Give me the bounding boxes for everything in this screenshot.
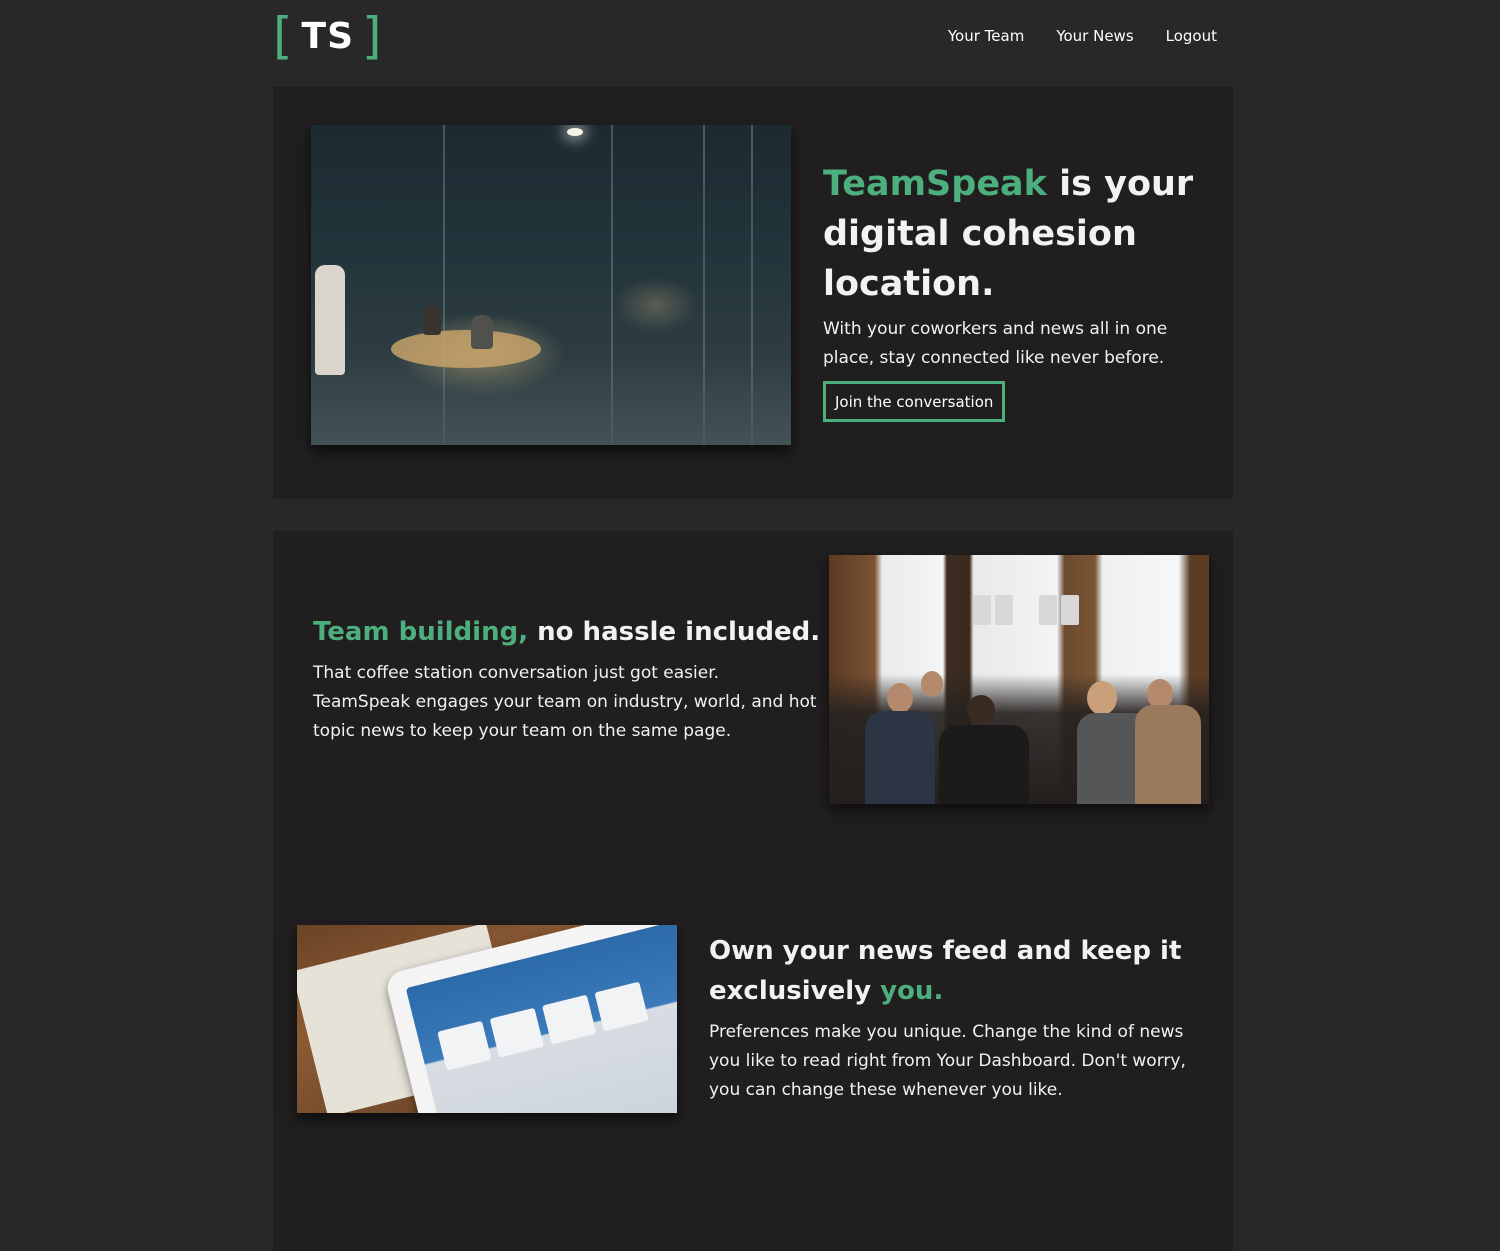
teamspeak-logo[interactable]: [ TS ] — [273, 7, 383, 65]
hero-description: With your coworkers and news all in one … — [823, 319, 1168, 368]
team-building-description: That coffee station conversation just go… — [313, 663, 817, 741]
hero-panel: TeamSpeak is your digital cohesion locat… — [273, 87, 1233, 499]
features-panel: Team building, no hassle included. That … — [273, 531, 1233, 1251]
team-meeting-photo — [829, 555, 1209, 804]
tablet-news-photo — [297, 925, 677, 1113]
news-feed-heading-highlight: you. — [880, 976, 944, 1006]
team-building-heading-rest: no hassle included. — [528, 617, 821, 647]
join-conversation-button[interactable]: Join the conversation — [823, 381, 1006, 422]
logo-bracket-right: ] — [362, 7, 383, 65]
logo-bracket-left: [ — [273, 7, 294, 65]
hero-heading-highlight: TeamSpeak — [823, 164, 1047, 204]
news-feed-heading: Own your news feed and keep it exclusive… — [709, 931, 1199, 1011]
office-meeting-photo — [311, 125, 791, 445]
main-nav: Your Team Your News Logout — [948, 27, 1217, 45]
logo-text: TS — [301, 15, 354, 57]
team-building-heading-highlight: Team building, — [313, 617, 529, 647]
team-building-heading: Team building, no hassle included. — [313, 614, 833, 650]
nav-link-your-news[interactable]: Your News — [1056, 27, 1133, 45]
top-navbar: [ TS ] Your Team Your News Logout — [273, 0, 1233, 87]
nav-link-your-team[interactable]: Your Team — [948, 27, 1024, 45]
hero-heading: TeamSpeak is your digital cohesion locat… — [823, 159, 1203, 309]
nav-link-logout[interactable]: Logout — [1166, 27, 1217, 45]
news-feed-heading-rest: Own your news feed and keep it exclusive… — [709, 936, 1182, 1006]
news-feed-description: Preferences make you unique. Change the … — [709, 1022, 1186, 1100]
